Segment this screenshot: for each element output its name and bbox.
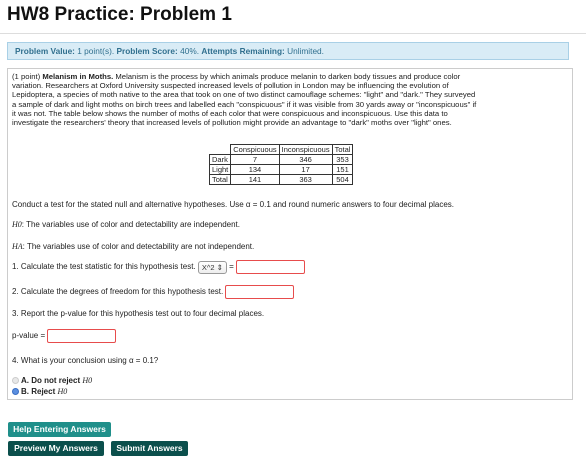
table-row: Dark 7 346 353 [208, 154, 354, 165]
submit-answers-button[interactable]: Submit Answers [111, 441, 188, 456]
table-cell: 504 [331, 174, 354, 185]
question-3: 3. Report the p-value for this hypothesi… [12, 309, 264, 318]
attempts-label: Attempts Remaining: [201, 46, 285, 56]
ha-symbol: HA [12, 242, 23, 251]
instruction-text: Conduct a test for the stated null and a… [12, 200, 454, 209]
preview-answers-button[interactable]: Preview My Answers [8, 441, 104, 456]
option-b[interactable]: B. Reject H0 [12, 387, 67, 396]
table-header-cell: Inconspicuous [278, 144, 333, 155]
table-header-cell: Conspicuous [230, 144, 280, 155]
table-cell: 141 [230, 174, 280, 185]
question-1-text: 1. Calculate the test statistic for this… [12, 262, 196, 272]
table-header-cell [210, 145, 231, 155]
statistic-select[interactable]: X^2 ⇕ [197, 260, 227, 274]
table-cell: Dark [208, 154, 232, 165]
alt-hypothesis: HA: The variables use of color and detec… [12, 242, 254, 251]
page-title: HW8 Practice: Problem 1 [7, 4, 232, 25]
h0-symbol: H0 [12, 220, 22, 229]
option-b-h0: H0 [57, 387, 68, 396]
question-2-text: 2. Calculate the degrees of freedom for … [12, 287, 224, 297]
problem-body: (1 point) Melanism in Moths. Melanism is… [7, 68, 573, 400]
intro-line: Lepidoptera, a species of moth native to… [12, 90, 476, 100]
table-row: Light 134 17 151 [208, 164, 354, 175]
radio-option-b[interactable] [12, 388, 19, 396]
pvalue-input[interactable] [47, 329, 117, 343]
table-cell: 353 [331, 154, 354, 165]
test-statistic-input[interactable] [236, 260, 306, 274]
intro-line: it was not. The table below shows the nu… [12, 108, 448, 118]
divider [0, 33, 586, 34]
problem-points: (1 point) [12, 72, 41, 81]
intro-line: investigate the researchers' theory that… [12, 118, 452, 128]
question-4-text: 4. What is your conclusion using α = 0.1… [12, 356, 159, 365]
table-header-row: Conspicuous Inconspicuous Total [210, 144, 354, 155]
intro-line: a sample of dark and light moths on birc… [12, 99, 477, 109]
table-cell: 151 [331, 164, 354, 175]
problem-page: HW8 Practice: Problem 1 Problem Value: 1… [0, 0, 586, 468]
table-cell: 17 [278, 164, 333, 175]
question-1: 1. Calculate the test statistic for this… [12, 260, 306, 274]
table-header-cell: Total [331, 144, 354, 155]
problem-value-label: Problem Value: [15, 46, 75, 56]
h0-text: : The variables use of color and detecta… [21, 220, 240, 229]
intro-line: Melanism is the process by which animals… [115, 72, 461, 81]
table-cell: 7 [230, 154, 280, 165]
degrees-of-freedom-input[interactable] [225, 285, 295, 299]
problem-score: 40%. [180, 46, 200, 56]
table-row: Total 141 363 504 [208, 174, 354, 185]
intro-line: variation. Researchers at Oxford Univers… [12, 81, 449, 91]
problem-info-bar: Problem Value: 1 point(s). Problem Score… [7, 42, 569, 60]
radio-option-a[interactable] [12, 377, 19, 385]
problem-score-label: Problem Score: [116, 46, 178, 56]
problem-value: 1 point(s). [77, 46, 115, 56]
option-a[interactable]: A. Do not reject H0 [12, 376, 92, 385]
ha-text: : The variables use of color and detecta… [22, 242, 255, 251]
help-entering-answers-button[interactable]: Help Entering Answers [8, 422, 111, 437]
contingency-table: Conspicuous Inconspicuous Total Dark 7 3… [208, 144, 354, 185]
table-cell: 134 [230, 164, 280, 175]
problem-intro: (1 point) Melanism in Moths. Melanism is… [12, 72, 567, 127]
table-cell: 346 [278, 154, 333, 165]
pvalue-row: p-value = [12, 329, 117, 343]
option-b-label: B. Reject [21, 387, 56, 396]
option-a-h0: H0 [82, 376, 93, 385]
question-3-text: 3. Report the p-value for this hypothesi… [12, 309, 265, 318]
pvalue-label: p-value = [12, 331, 46, 341]
equals-sign: = [229, 262, 234, 272]
question-2: 2. Calculate the degrees of freedom for … [12, 285, 295, 299]
problem-heading: Melanism in Moths. [42, 72, 114, 81]
table-cell: Light [208, 164, 232, 175]
table-cell: 363 [278, 174, 333, 185]
option-a-label: A. Do not reject [21, 376, 81, 385]
question-4: 4. What is your conclusion using α = 0.1… [12, 356, 158, 365]
attempts-value: Unlimited. [287, 46, 324, 56]
null-hypothesis: H0: The variables use of color and detec… [12, 220, 240, 229]
table-cell: Total [208, 174, 232, 185]
